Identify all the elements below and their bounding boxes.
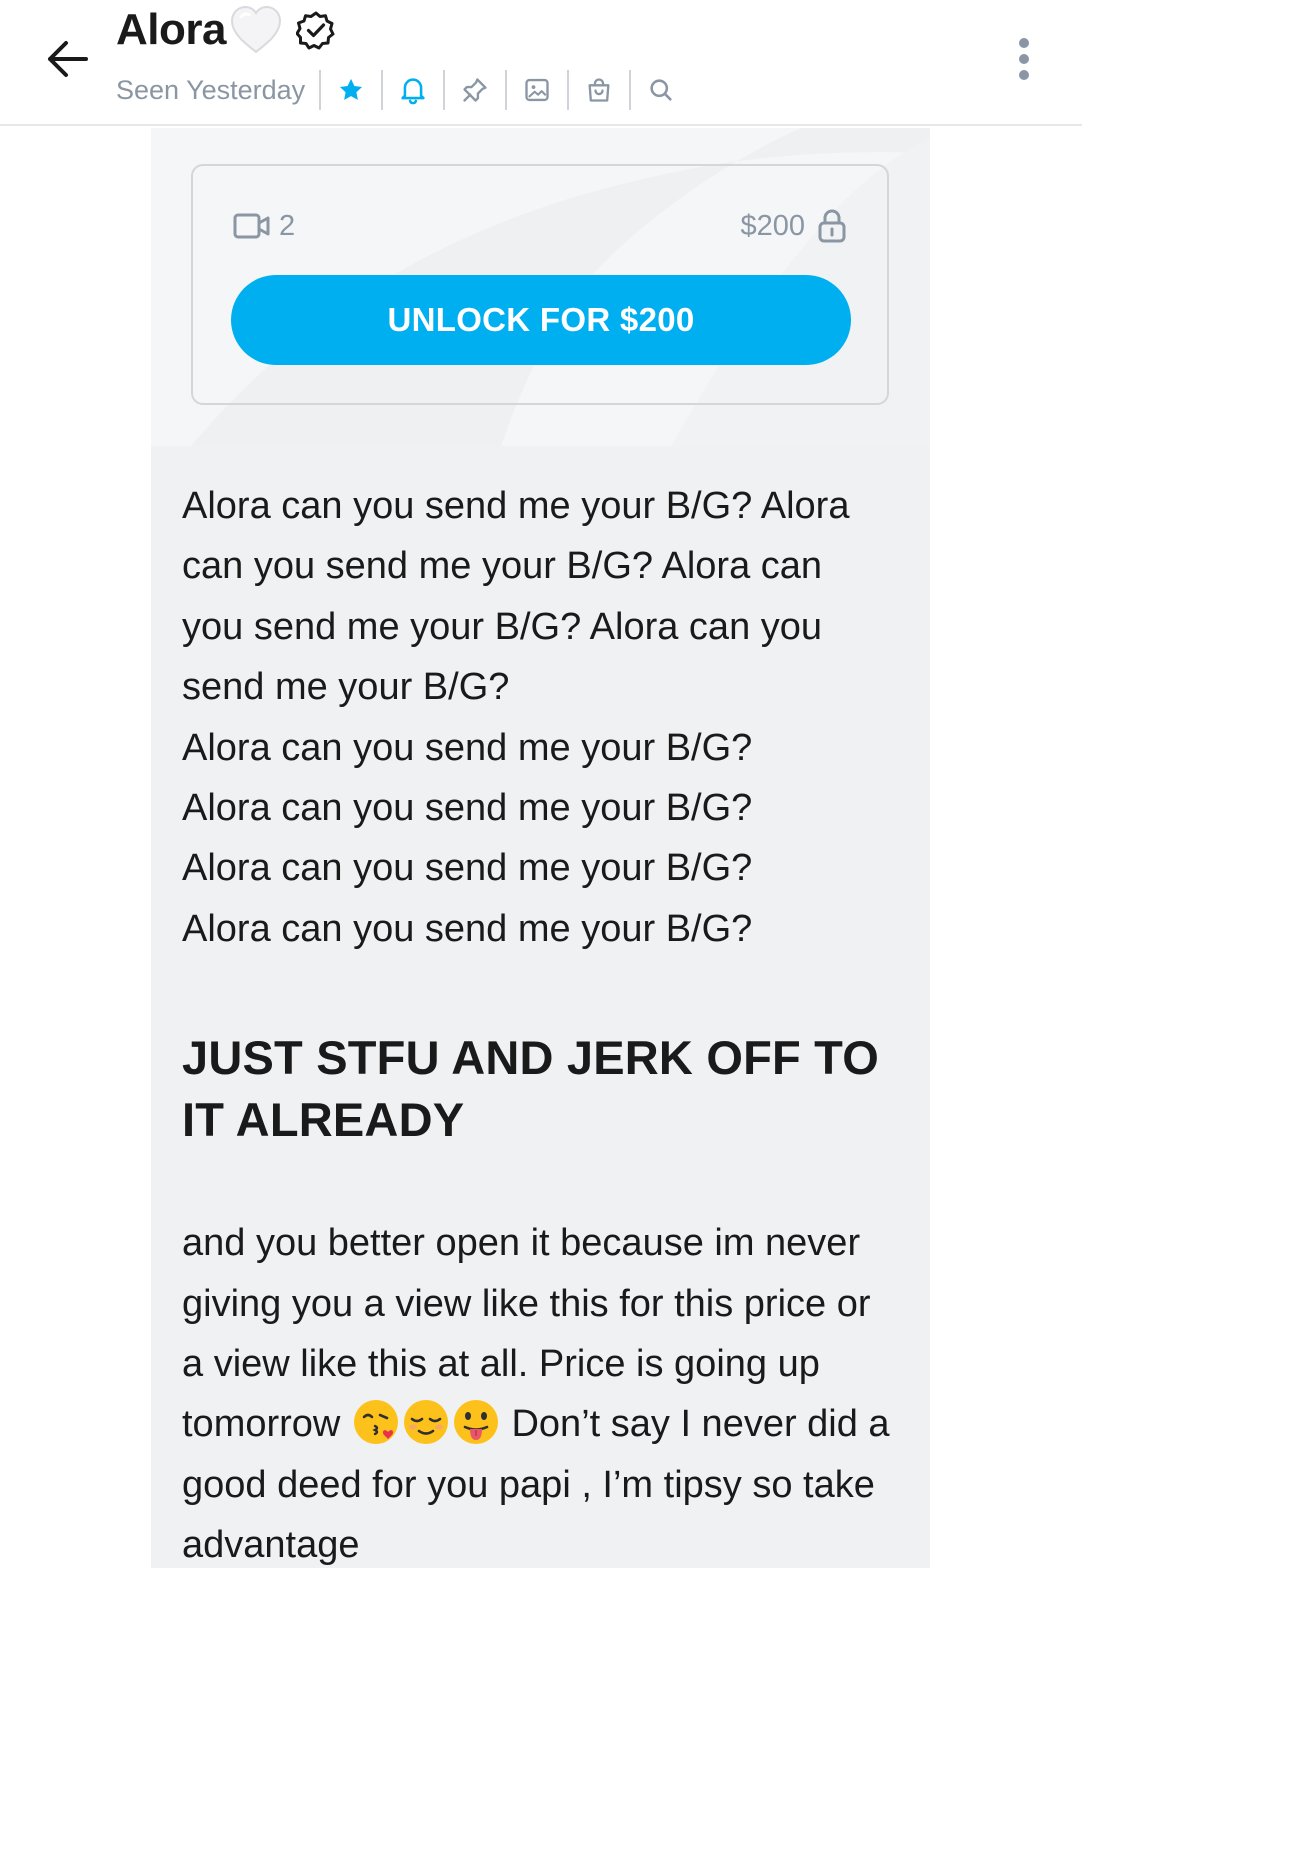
contact-name: Alora <box>116 5 226 54</box>
unlock-button[interactable]: UNLOCK FOR $200 <box>231 275 851 365</box>
chat-header: Alora Seen Yesterday <box>0 0 1082 126</box>
bell-icon <box>401 78 425 105</box>
kissing-heart-emoji-icon <box>352 1398 400 1446</box>
star-icon <box>340 78 363 100</box>
lock-icon <box>817 208 847 244</box>
message-bold-heading: JUST STFU AND JERK OFF TO IT ALREADY <box>182 1031 879 1147</box>
notifications-button[interactable] <box>381 70 443 110</box>
message-line: Alora can you send me your B/G? <box>182 847 753 890</box>
message-paragraph: Alora can you send me your B/G? Alora ca… <box>182 485 850 709</box>
search-button[interactable] <box>629 70 691 110</box>
message-bubble: 2 $200 UNLOCK FOR $200 Alora can you sen… <box>151 128 930 1568</box>
message-line: Alora can you send me your B/G? <box>182 787 753 830</box>
message-closing-paragraph: and you better open it because im never … <box>182 1213 900 1568</box>
price-value: $200 <box>740 209 805 242</box>
message-line: Alora can you send me your B/G? <box>182 907 753 950</box>
contact-title[interactable]: Alora <box>116 2 336 58</box>
back-button[interactable] <box>38 30 96 88</box>
purchases-button[interactable] <box>567 70 629 110</box>
bag-icon <box>588 78 610 102</box>
locked-content-card: 2 $200 UNLOCK FOR $200 <box>191 164 889 405</box>
pin-icon <box>463 78 487 102</box>
video-camera-icon <box>233 211 271 241</box>
media-gallery-button[interactable] <box>505 70 567 110</box>
message-text: Alora can you send me your B/G? Alora ca… <box>151 446 930 1568</box>
search-icon <box>650 79 672 101</box>
arrow-left-icon <box>48 41 88 77</box>
favorite-button[interactable] <box>319 70 381 110</box>
video-count: 2 <box>233 210 295 243</box>
image-icon <box>525 78 549 102</box>
header-toolbar: Seen Yesterday <box>116 68 691 112</box>
tongue-out-emoji-icon <box>452 1398 500 1446</box>
relieved-face-emoji-icon <box>402 1398 450 1446</box>
more-vertical-icon <box>1019 38 1029 48</box>
video-count-value: 2 <box>279 209 296 242</box>
white-heart-icon <box>228 4 284 56</box>
seen-status: Seen Yesterday <box>116 74 306 105</box>
price-tag: $200 <box>740 208 847 244</box>
pin-button[interactable] <box>443 70 505 110</box>
message-line: Alora can you send me your B/G? <box>182 726 753 769</box>
verified-badge-icon <box>295 10 336 50</box>
locked-content-info: 2 $200 <box>233 206 847 246</box>
locked-media-preview: 2 $200 UNLOCK FOR $200 <box>151 128 930 446</box>
more-options-button[interactable] <box>1004 34 1044 84</box>
